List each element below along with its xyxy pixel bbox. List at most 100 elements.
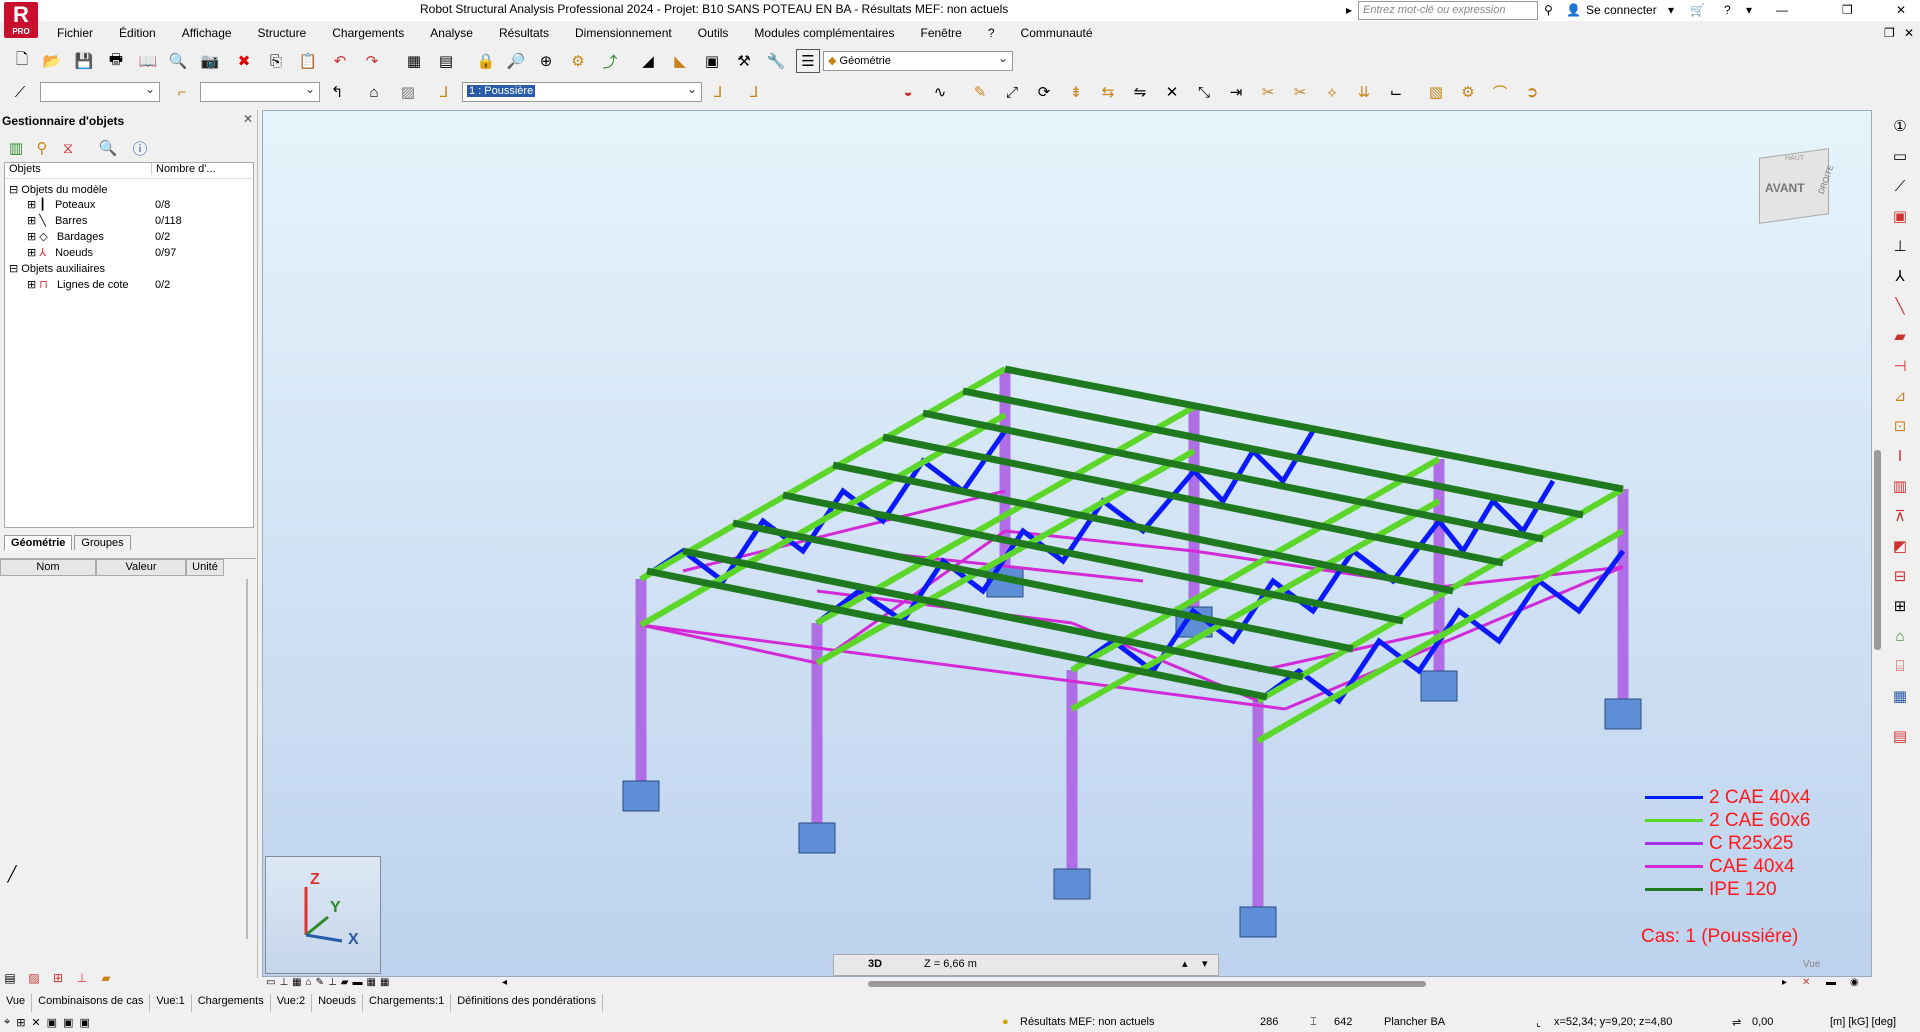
view-btn-icon[interactable]: ▭	[266, 977, 275, 988]
steel-design-icon[interactable]: ⚒	[732, 49, 756, 73]
tab-chargements[interactable]: Chargements	[192, 994, 271, 1012]
tables-icon[interactable]: ▦	[402, 49, 426, 73]
shelf-icon[interactable]: ⊥	[72, 968, 92, 988]
view-eye-icon[interactable]: ◉	[1850, 977, 1859, 988]
view-btn-icon[interactable]: ⊥	[279, 977, 288, 988]
material-icon[interactable]: ⊿	[1888, 384, 1912, 408]
expand-icon[interactable]: ⊞	[27, 231, 36, 243]
tree-item-noeuds[interactable]: ⊞ ⅄ Noeuds 0/97	[27, 246, 247, 261]
z-level[interactable]: Z = 6,66 m	[924, 958, 977, 970]
menu-chargements[interactable]: Chargements	[319, 24, 417, 44]
paste-icon[interactable]: 📋	[296, 49, 320, 73]
tab-chargements1[interactable]: Chargements:1	[363, 994, 452, 1012]
divide-icon[interactable]: ✂	[1256, 80, 1280, 104]
help-icon[interactable]: ?	[1724, 3, 1731, 17]
panel-close-icon[interactable]: ✕	[243, 112, 253, 126]
search-input[interactable]: Entrez mot-clé ou expression	[1358, 1, 1538, 20]
library-icon[interactable]: ➲	[1520, 80, 1544, 104]
offsets-icon[interactable]: ⊡	[1888, 414, 1912, 438]
view-btn-icon[interactable]: ⊥	[328, 977, 337, 988]
load-case-select[interactable]: 1 : Poussière	[462, 82, 702, 102]
menu-resultats[interactable]: Résultats	[486, 24, 562, 44]
view-btn-icon[interactable]: ⌂	[306, 977, 312, 988]
3d-viewport[interactable]: AVANT DROITE HAUT Z Y X 2 CAE 40x4 2 CAE…	[262, 110, 1872, 977]
cube-icon[interactable]: ▣	[47, 1016, 57, 1029]
bar-icon[interactable]: ⟋	[1888, 174, 1912, 198]
tab-geometrie[interactable]: Géométrie	[4, 535, 73, 550]
cross-icon[interactable]: ✕	[31, 1016, 40, 1029]
view-btn-icon[interactable]: ▦	[380, 977, 389, 988]
cladding-icon[interactable]: ⊼	[1888, 504, 1912, 528]
delete-icon[interactable]: ✖	[232, 49, 256, 73]
thickness-icon[interactable]: ▥	[1888, 474, 1912, 498]
status-units[interactable]: [m] [kG] [deg]	[1830, 1016, 1896, 1028]
brush-icon[interactable]: ▨	[24, 968, 44, 988]
app-logo[interactable]: R PRO	[4, 2, 38, 38]
trim-icon[interactable]: ✂	[1288, 80, 1312, 104]
node-select[interactable]	[40, 82, 160, 102]
hscroll-thumb[interactable]	[868, 981, 1426, 987]
cart-icon[interactable]: 🛒	[1690, 3, 1705, 17]
expand-icon[interactable]: ⊞	[27, 279, 36, 291]
print-preview-icon[interactable]: 🔍	[166, 49, 190, 73]
tree-model-objects[interactable]: ⊟ Objets du modèle	[9, 183, 108, 198]
print-icon[interactable]: 🖶	[104, 49, 128, 73]
tab-combinaisons[interactable]: Combinaisons de cas	[32, 994, 151, 1012]
load-case-icon[interactable]: ⅃	[432, 80, 456, 104]
undo-icon[interactable]: ↶	[328, 49, 352, 73]
stories-icon[interactable]: ⌂	[1888, 624, 1912, 648]
offset-icon[interactable]: ⇊	[1352, 80, 1376, 104]
menu-modules[interactable]: Modules complémentaires	[741, 24, 907, 44]
view-btn-icon[interactable]: ✎	[316, 977, 324, 988]
tab-noeuds[interactable]: Noeuds	[312, 994, 363, 1012]
tree-item-lignes-de-cote[interactable]: ⊞ ⊓ Lignes de cote 0/2	[27, 278, 247, 293]
table-icon[interactable]: ⊞	[48, 968, 68, 988]
col-valeur[interactable]: Valeur	[96, 559, 186, 576]
view-icon[interactable]: ⌂	[362, 80, 386, 104]
line-icon[interactable]: ╲	[1888, 294, 1912, 318]
hide-icon[interactable]: ◒	[896, 80, 920, 104]
join-icon[interactable]: ⟡	[1320, 80, 1344, 104]
node-pick-icon[interactable]: ⟋	[8, 80, 32, 104]
camera-icon[interactable]: 📷	[198, 49, 222, 73]
menu-dimensionnement[interactable]: Dimensionnement	[562, 24, 685, 44]
col-nom[interactable]: Nom	[0, 559, 96, 576]
viewcube-top[interactable]: HAUT	[1785, 155, 1804, 162]
tree-item-barres[interactable]: ⊞ ╲ Barres 0/118	[27, 214, 247, 229]
col-count[interactable]: Nombre d'...	[151, 163, 216, 175]
library-icon[interactable]: ▤	[1888, 724, 1912, 748]
rotate-icon[interactable]: ⟳	[1032, 80, 1056, 104]
structure-type-icon[interactable]: ⌸	[1888, 654, 1912, 678]
design-icon[interactable]: ▣	[700, 49, 724, 73]
case-up-icon[interactable]: ⅃	[706, 80, 730, 104]
tab-ponderations[interactable]: Définitions des pondérations	[451, 994, 604, 1012]
menu-fenetre[interactable]: Fenêtre	[907, 24, 974, 44]
find-icon[interactable]: 🔍	[96, 136, 120, 160]
zoom-window-icon[interactable]: 🔎	[504, 49, 528, 73]
ibeam-icon[interactable]: Ⅰ	[1888, 444, 1912, 468]
layout-select[interactable]: ◆ Géométrie	[823, 51, 1013, 71]
tree-aux-objects[interactable]: ⊟ Objets auxiliaires	[9, 262, 105, 277]
layout-icon[interactable]: ☰	[796, 49, 820, 73]
filter-icon[interactable]: ⚲	[30, 136, 54, 160]
menu-edition[interactable]: Édition	[106, 24, 169, 44]
expand-icon[interactable]: ⊞	[27, 215, 36, 227]
tab-vue[interactable]: Vue	[0, 994, 33, 1012]
collapse-icon[interactable]: ⊟	[9, 263, 18, 275]
mirror-plane-icon[interactable]: ⇋	[1128, 80, 1152, 104]
structure-model-icon[interactable]: ⚙	[566, 49, 590, 73]
tree-item-bardages[interactable]: ⊞ ◇ Bardages 0/2	[27, 230, 247, 245]
restore-doc-icon[interactable]: ❐	[1884, 26, 1895, 40]
section-def-icon[interactable]: ▣	[1888, 204, 1912, 228]
fillet-icon[interactable]: ⌙	[1384, 80, 1408, 104]
table-view-icon[interactable]: ▦	[1888, 684, 1912, 708]
level-up-icon[interactable]: ▴	[1182, 957, 1188, 970]
view-settings-icon[interactable]: ▬	[1826, 977, 1836, 988]
zoom-all-icon[interactable]: ⊕	[534, 49, 558, 73]
cube-icon[interactable]: ▣	[63, 1016, 73, 1029]
load-icon[interactable]: ◩	[1888, 534, 1912, 558]
calc-model-icon[interactable]: ◢	[636, 49, 660, 73]
scroll-left-icon[interactable]: ◂	[502, 977, 507, 988]
scale-icon[interactable]: ⤡	[1192, 80, 1216, 104]
tab-vue2[interactable]: Vue:2	[271, 994, 313, 1012]
